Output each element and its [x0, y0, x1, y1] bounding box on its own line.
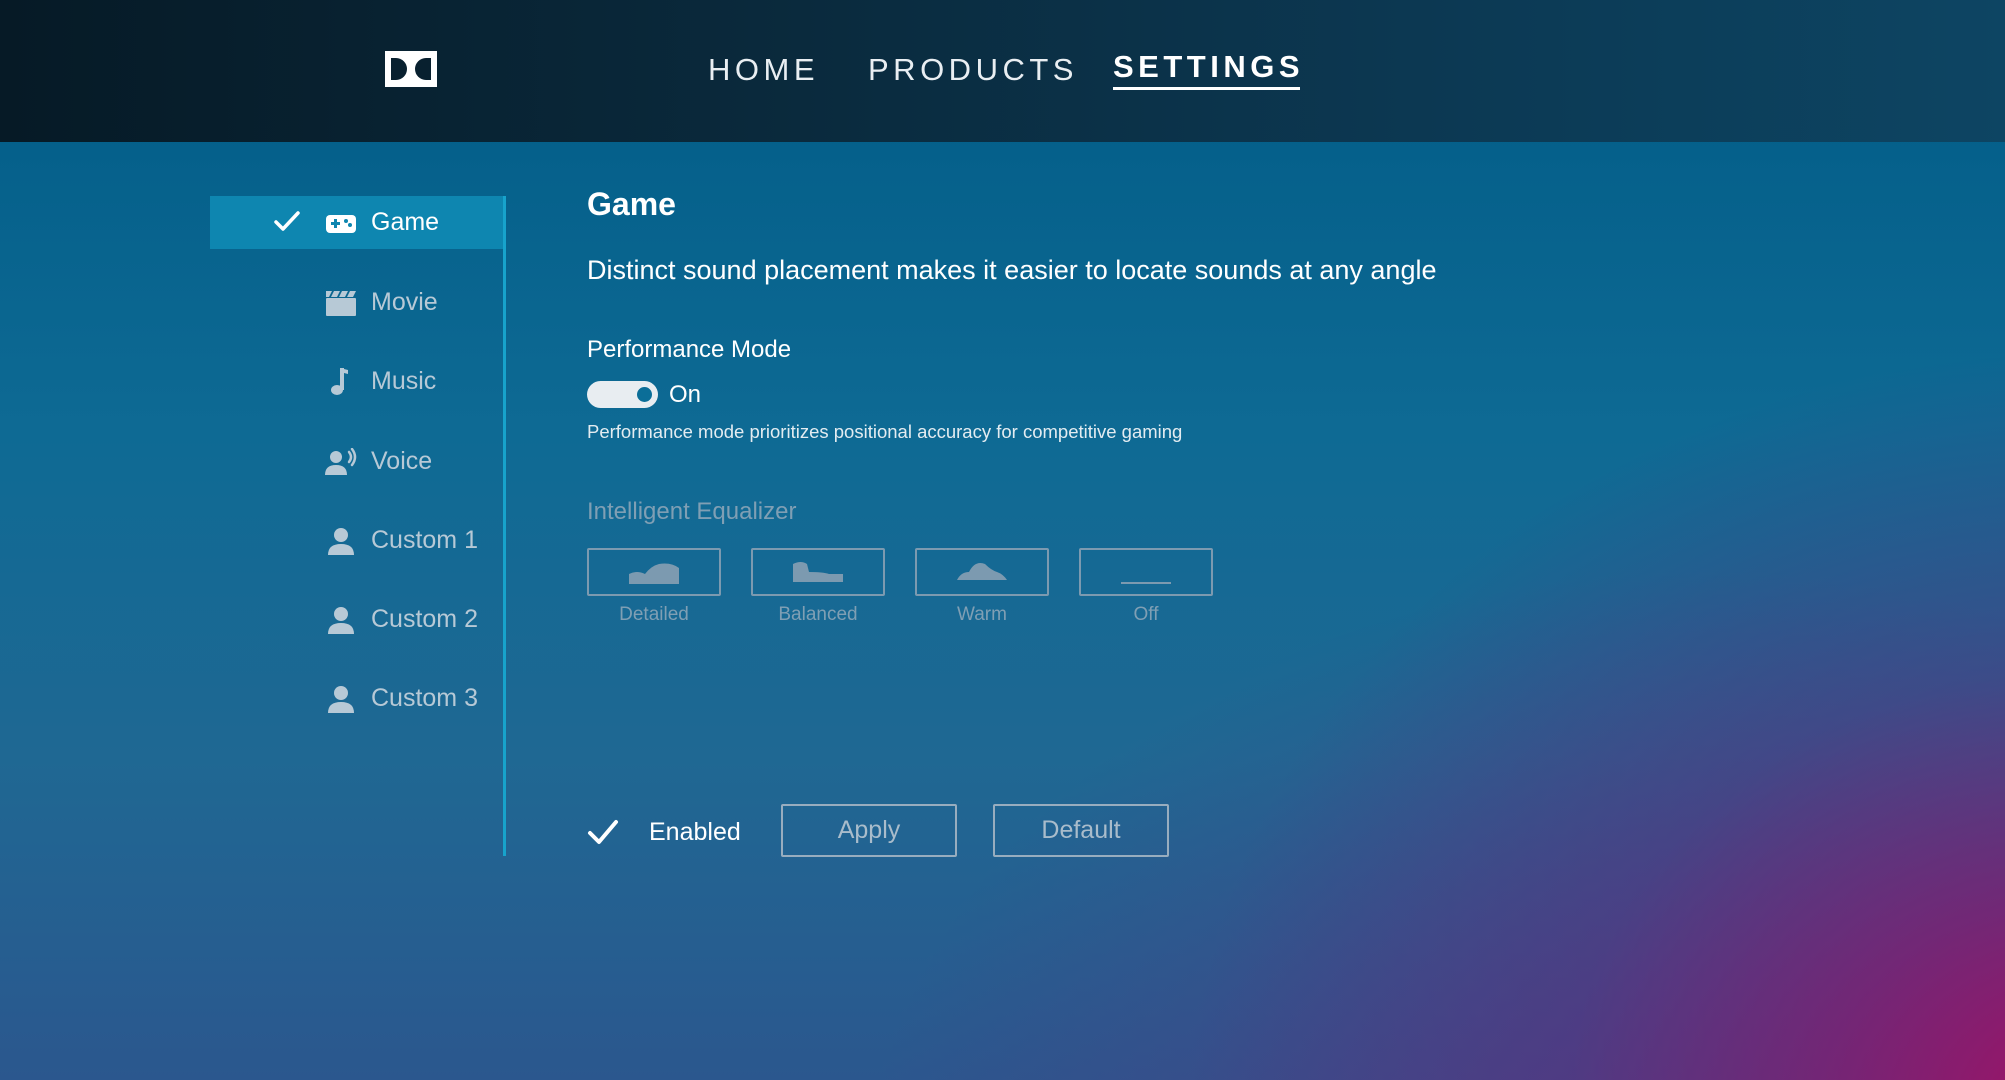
eq-off-button[interactable]: [1079, 548, 1213, 596]
nav-home[interactable]: HOME: [708, 50, 819, 90]
gamepad-icon: [326, 215, 356, 233]
default-button[interactable]: Default: [993, 804, 1169, 857]
performance-mode-toggle[interactable]: [587, 381, 658, 408]
sidebar-item-custom-1[interactable]: Custom 1: [210, 514, 503, 567]
sidebar-item-movie[interactable]: Movie: [210, 276, 503, 329]
eq-off-label: Off: [1133, 604, 1159, 625]
eq-balanced-button[interactable]: [751, 548, 885, 596]
logo-right-half: [411, 51, 437, 87]
music-note-icon: [331, 368, 348, 395]
sidebar-item-game[interactable]: Game: [210, 196, 503, 249]
sidebar-item-label: Game: [371, 208, 440, 236]
mode-description: Distinct sound placement makes it easier…: [587, 255, 1437, 285]
eq-off-icon: [1121, 582, 1171, 584]
eq-detailed-button[interactable]: [587, 548, 721, 596]
eq-warm-button[interactable]: [915, 548, 1049, 596]
eq-balanced-icon: [793, 562, 843, 582]
nav-settings[interactable]: SETTINGS: [1113, 47, 1304, 90]
performance-mode-hint: Performance mode prioritizes positional …: [587, 421, 1183, 442]
enabled-check-icon[interactable]: [587, 818, 619, 846]
toggle-knob: [637, 387, 652, 402]
sidebar-item-music[interactable]: Music: [210, 355, 503, 408]
user-icon: [328, 607, 354, 634]
sidebar-item-custom-2[interactable]: Custom 2: [210, 593, 503, 646]
eq-detailed-icon: [629, 563, 679, 584]
user-icon: [328, 528, 354, 555]
eq-balanced-label: Balanced: [778, 604, 858, 625]
page-title: Game: [587, 186, 676, 222]
performance-mode-state: On: [669, 381, 702, 408]
performance-mode-label: Performance Mode: [587, 336, 792, 363]
sidebar-item-label: Music: [371, 367, 437, 395]
user-icon: [328, 686, 354, 713]
check-icon: [274, 211, 300, 231]
clapperboard-icon: [326, 291, 356, 316]
sidebar-item-label: Custom 1: [371, 526, 478, 554]
nav-products[interactable]: PRODUCTS: [868, 50, 1078, 90]
equalizer-label: Intelligent Equalizer: [587, 498, 797, 525]
sidebar-item-voice[interactable]: Voice: [210, 435, 503, 488]
voice-icon: [325, 448, 357, 475]
apply-button[interactable]: Apply: [781, 804, 957, 857]
sidebar-item-label: Voice: [371, 447, 433, 475]
eq-warm-icon: [957, 563, 1007, 580]
sidebar-item-custom-3[interactable]: Custom 3: [210, 672, 503, 725]
brand-logo[interactable]: [385, 51, 437, 87]
sidebar-item-label: Custom 3: [371, 684, 478, 712]
sidebar-item-label: Movie: [371, 288, 438, 316]
eq-warm-label: Warm: [957, 604, 1007, 625]
eq-detailed-label: Detailed: [619, 604, 689, 625]
sidebar-divider: [503, 196, 506, 856]
enabled-label[interactable]: Enabled: [649, 815, 741, 849]
logo-left-half: [385, 51, 411, 87]
top-bar: HOME PRODUCTS SETTINGS: [0, 0, 2005, 142]
sidebar-item-label: Custom 2: [371, 605, 478, 633]
